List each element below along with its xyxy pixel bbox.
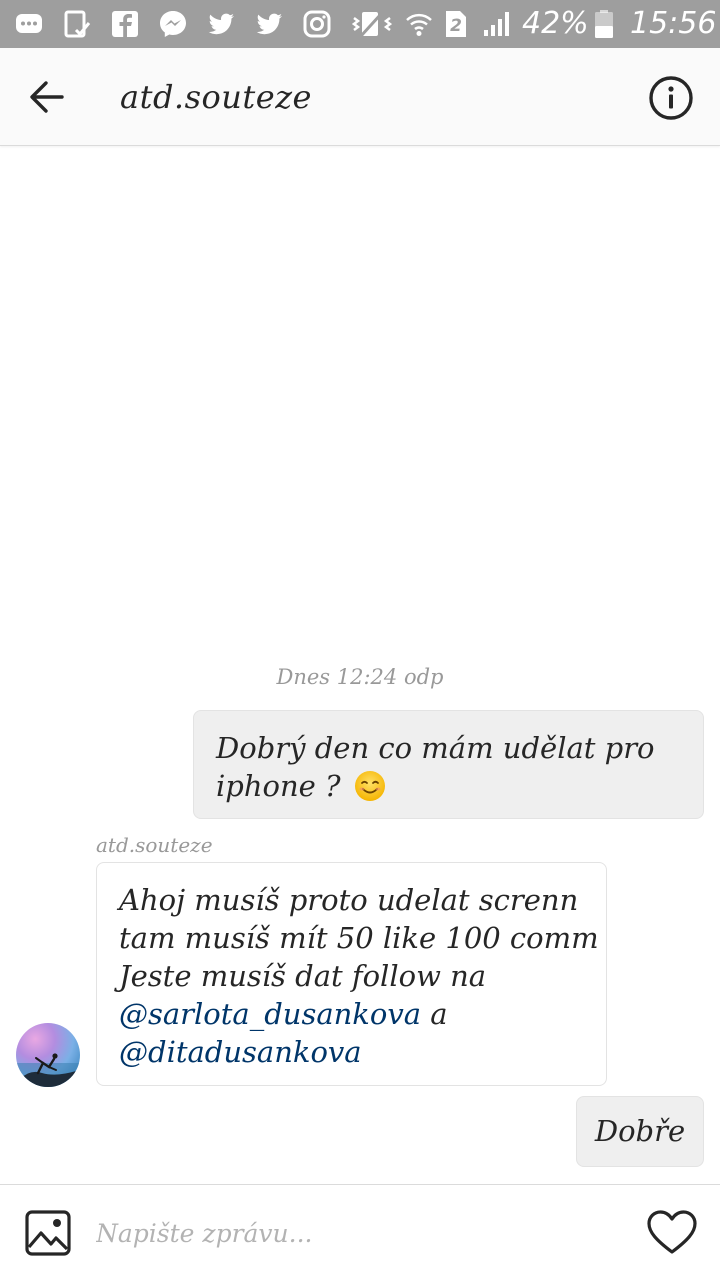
wifi-icon [406,13,432,36]
message-line: iphone ? [216,769,341,803]
message-line: @sarlota_dusankova a [119,995,584,1033]
clock: 15:56 [630,6,717,41]
info-circle-icon[interactable] [644,71,698,125]
conversation-header: atd.souteze [0,48,720,146]
mention-link[interactable]: @ditadusankova [119,1033,584,1071]
heart-icon[interactable] [646,1209,698,1257]
vibrate-icon [352,12,392,38]
sender-name: atd.souteze [96,833,213,857]
image-icon[interactable] [24,1209,72,1257]
mention-link[interactable]: @sarlota_dusankova [119,997,421,1031]
avatar-image [16,1053,80,1087]
message-line: Ahoj musíš proto udelat screnn [119,883,579,917]
message-connector: a [430,997,448,1031]
messenger-icon [160,11,186,37]
message-composer [0,1184,720,1280]
facebook-icon [112,11,138,37]
twitter-icon [256,13,282,35]
message-input[interactable] [96,1211,616,1255]
battery-percent: 42% [522,6,589,41]
message-line: tam musíš mít 50 like 100 comm [119,921,599,955]
conversation-timestamp: Dnes 12:24 odp [276,665,444,689]
clipboard-check-icon [64,10,91,38]
status-bar: 2 42% 15:56 [0,0,720,48]
signal-icon [484,12,509,36]
instagram-icon [303,10,331,38]
arrow-left-icon[interactable] [22,72,72,122]
sim-badge: 2 [450,16,462,36]
incoming-message[interactable]: Ahoj musíš proto udelat screnn tam musíš… [96,862,607,1086]
avatar[interactable] [16,1023,80,1087]
sim-icon: 2 [446,11,466,37]
message-line: Dobrý den co mám udělat pro [216,731,655,765]
outgoing-message[interactable]: Dobře [576,1096,704,1167]
outgoing-message[interactable]: Dobrý den co mám udělat pro iphone ? [193,710,704,819]
message-line: Jeste musíš dat follow na [119,959,487,993]
twitter-icon [208,13,234,35]
smiling-face-icon [354,771,385,801]
chat-bubble-icon [16,14,42,33]
battery-icon [595,10,613,38]
header-title[interactable]: atd.souteze [120,74,312,120]
